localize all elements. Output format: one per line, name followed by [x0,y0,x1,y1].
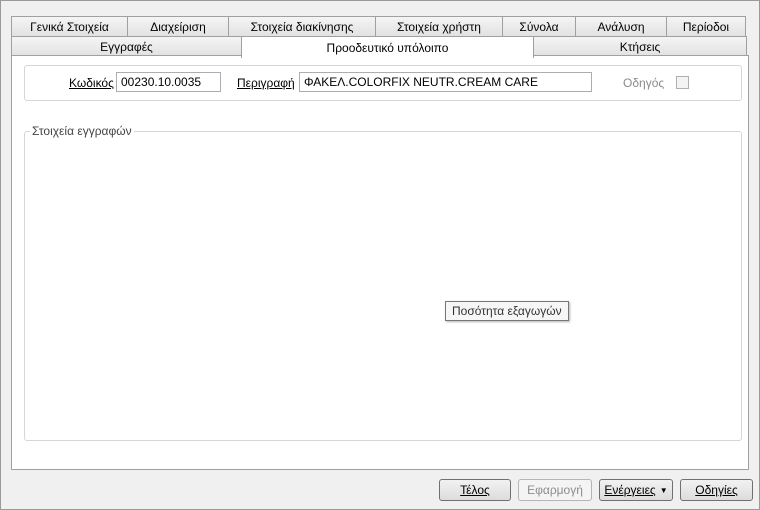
tab-row2-2[interactable]: Προοδευτικό υπόλοιπο [241,36,534,58]
column-tooltip: Ποσότητα εξαγωγών [445,301,569,321]
apply-button[interactable]: Εφαρμογή [518,479,592,501]
end-button-label: Τέλος [460,483,490,497]
end-button[interactable]: Τέλος [439,479,511,501]
tab-row-bottom: Εγγραφές Προοδευτικό υπόλοιπο Κτήσεις [11,36,747,58]
tab-6[interactable]: Ανάλυση [575,16,667,36]
code-label: Κωδικός [69,76,114,90]
tab-7[interactable]: Περίοδοι [666,16,746,36]
code-field[interactable]: 00230.10.0035 [116,72,221,92]
apply-button-label: Εφαρμογή [527,483,583,497]
tab-3[interactable]: Στοιχεία διακίνησης [228,16,376,36]
tab-panel: Κωδικός 00230.10.0035 Περιγραφή ΦΑΚΕΛ.CO… [11,55,749,470]
tab-2[interactable]: Διαχείριση [127,16,229,36]
guides-button-label: Οδηγίες [695,483,738,497]
tab-row2-1[interactable]: Εγγραφές [11,36,242,56]
tab-row-top: Γενικά Στοιχεία Διαχείριση Στοιχεία διακίν… [11,16,746,36]
tab-5[interactable]: Σύνολα [502,16,576,36]
tab-row2-3[interactable]: Κτήσεις [533,36,747,56]
guides-button[interactable]: Οδηγίες [680,479,753,501]
actions-button-label: Ενέργειες [604,483,656,497]
guide-label: Οδηγός [623,76,665,90]
description-field[interactable]: ΦΑΚΕΛ.COLORFIX NEUTR.CREAM CARE [299,72,592,92]
records-group-title: Στοιχεία εγγραφών [30,124,134,138]
actions-button[interactable]: Ενέργειες ▼ [599,479,673,501]
tab-1[interactable]: Γενικά Στοιχεία [11,16,128,36]
description-label: Περιγραφή [237,76,295,90]
chevron-down-icon: ▼ [659,485,668,495]
item-header-box: Κωδικός 00230.10.0035 Περιγραφή ΦΑΚΕΛ.CO… [24,65,742,101]
records-group: Στοιχεία εγγραφών [24,124,742,441]
guide-checkbox[interactable] [676,76,689,89]
tab-4[interactable]: Στοιχεία χρήστη [375,16,503,36]
